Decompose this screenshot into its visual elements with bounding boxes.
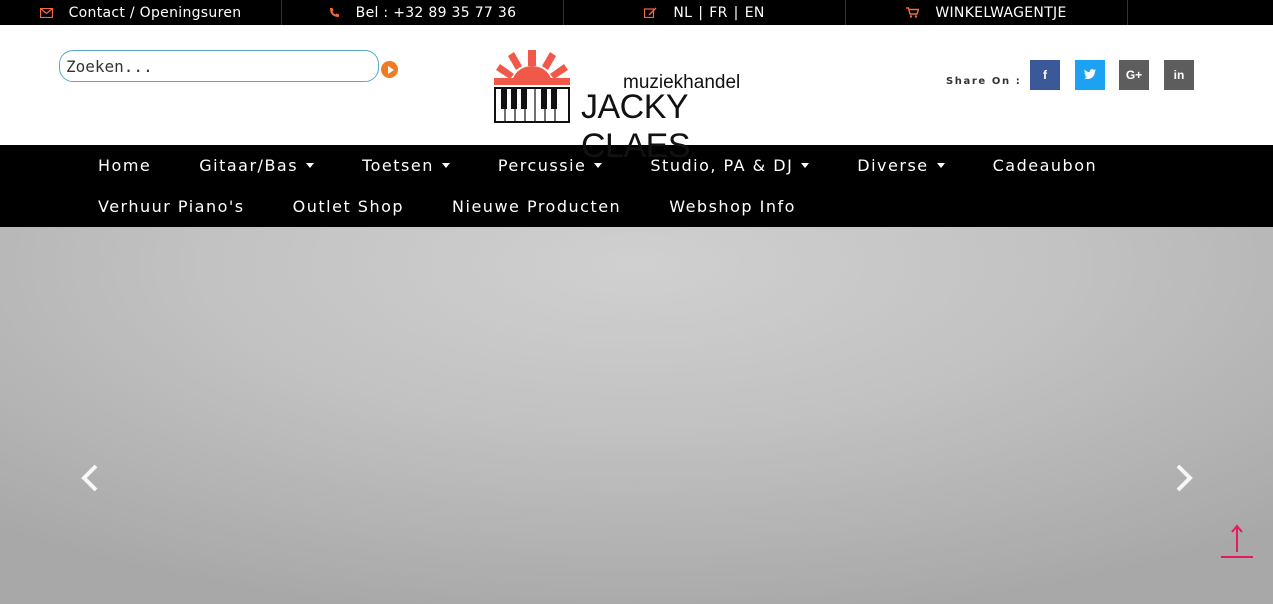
- cart-label: WINKELWAGENTJE: [935, 4, 1067, 21]
- lang-separator: |: [733, 4, 739, 21]
- scroll-to-top-button[interactable]: [1220, 522, 1254, 562]
- lang-nl[interactable]: NL: [673, 5, 692, 21]
- twitter-share-button[interactable]: [1075, 60, 1105, 90]
- edit-icon: [644, 7, 657, 18]
- arrow-up-icon: [1221, 524, 1253, 558]
- nav-item-gitaar-bas[interactable]: Gitaar/Bas: [175, 156, 338, 175]
- cart-link[interactable]: WINKELWAGENTJE: [846, 0, 1128, 25]
- googleplus-share-button[interactable]: G+: [1119, 60, 1149, 90]
- linkedin-share-button[interactable]: in: [1164, 60, 1194, 90]
- googleplus-icon: G+: [1125, 68, 1143, 82]
- facebook-share-button[interactable]: f: [1030, 60, 1060, 90]
- top-bar: Contact / Openingsuren Bel : +32 89 35 7…: [0, 0, 1273, 25]
- lang-en[interactable]: EN: [745, 5, 765, 21]
- caret-down-icon: [441, 163, 450, 168]
- nav-item-toetsen[interactable]: Toetsen: [338, 156, 474, 175]
- nav-item-cadeaubon[interactable]: Cadeaubon: [969, 156, 1122, 175]
- nav-item-nieuwe-producten[interactable]: Nieuwe Producten: [428, 197, 645, 216]
- language-switcher: NL | FR | EN: [564, 0, 846, 25]
- nav-item-diverse[interactable]: Diverse: [833, 156, 968, 175]
- linkedin-icon: in: [1173, 68, 1185, 82]
- contact-label: Contact / Openingsuren: [68, 4, 242, 21]
- carousel-next-button[interactable]: [1172, 463, 1196, 493]
- site-header: Zoeken... muziekhandel JACKY CLAES Share…: [0, 25, 1273, 165]
- chevron-left-icon: [81, 464, 98, 492]
- chevron-right-icon: [1176, 464, 1193, 492]
- envelope-icon: [39, 7, 53, 18]
- lang-separator: |: [698, 4, 704, 21]
- share-label: Share On :: [946, 76, 1022, 87]
- facebook-icon: f: [1043, 68, 1047, 82]
- phone-link[interactable]: Bel : +32 89 35 77 36: [282, 0, 564, 25]
- hero-carousel: [0, 227, 1273, 604]
- site-logo[interactable]: muziekhandel JACKY CLAES: [492, 48, 782, 165]
- lang-fr[interactable]: FR: [709, 5, 727, 21]
- caret-down-icon: [801, 163, 810, 168]
- cart-icon: [906, 7, 920, 18]
- contact-link[interactable]: Contact / Openingsuren: [0, 0, 282, 25]
- nav-item-home[interactable]: Home: [74, 156, 175, 175]
- twitter-icon: [1083, 68, 1096, 82]
- nav-item-outlet-shop[interactable]: Outlet Shop: [269, 197, 428, 216]
- logo-name: JACKY CLAES: [581, 88, 691, 165]
- nav-row-2: Verhuur Piano's Outlet Shop Nieuwe Produ…: [74, 186, 1273, 227]
- logo-piano-sun-icon: [494, 50, 570, 123]
- carousel-prev-button[interactable]: [78, 463, 102, 493]
- search-submit-button[interactable]: [381, 61, 398, 78]
- search-input[interactable]: Zoeken...: [59, 50, 379, 82]
- phone-icon: [329, 7, 340, 18]
- nav-item-webshop-info[interactable]: Webshop Info: [645, 197, 820, 216]
- caret-down-icon: [306, 163, 315, 168]
- phone-label: Bel : +32 89 35 77 36: [355, 4, 517, 21]
- nav-item-verhuur-pianos[interactable]: Verhuur Piano's: [74, 197, 269, 216]
- caret-down-icon: [936, 163, 945, 168]
